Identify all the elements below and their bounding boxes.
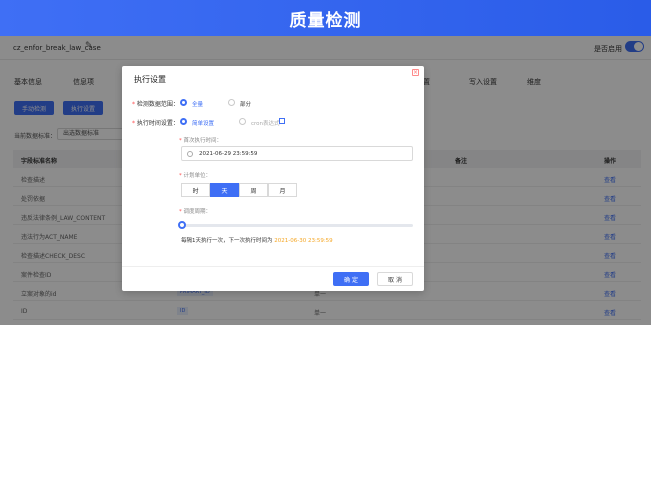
unit-label: * 计划单位： <box>179 173 212 179</box>
period-slider-handle[interactable] <box>178 221 186 229</box>
exec-settings-modal: 执行设置 × * 检测数据范围： 全量 部分 * 执行时间设置： 简单设置 cr… <box>122 66 424 291</box>
scope-label: * 检测数据范围： <box>132 101 179 108</box>
scope-partial-radio[interactable] <box>228 99 235 106</box>
scope-partial-label: 部分 <box>240 102 252 108</box>
unit-day[interactable]: 天 <box>210 183 239 197</box>
clock-icon <box>187 151 193 157</box>
first-exec-value: 2021-06-29 23:59:59 <box>199 151 258 157</box>
close-icon[interactable]: × <box>412 69 419 76</box>
unit-month[interactable]: 月 <box>268 183 297 197</box>
banner-title: 质量检测 <box>289 10 362 31</box>
scope-full-radio[interactable] <box>180 99 187 106</box>
unit-hour[interactable]: 时 <box>181 183 210 197</box>
exec-summary: 每隔1天执行一次，下一次执行时间为 2021-06-30 23:59:59 <box>181 238 333 244</box>
cron-label: cron表达式 <box>251 121 280 127</box>
scope-full-label: 全量 <box>192 102 204 108</box>
time-label: * 执行时间设置： <box>132 120 179 127</box>
unit-week[interactable]: 周 <box>239 183 268 197</box>
confirm-button[interactable]: 确 定 <box>333 272 369 286</box>
period-slider[interactable] <box>181 224 413 227</box>
next-exec-time: 2021-06-30 23:59:59 <box>274 238 333 244</box>
period-label: * 调度周期： <box>179 209 212 215</box>
cron-radio[interactable] <box>239 118 246 125</box>
modal-divider <box>122 266 424 267</box>
modal-title: 执行设置 <box>134 75 166 84</box>
cron-help-icon[interactable] <box>279 118 285 124</box>
first-exec-label: * 首次执行时间： <box>179 138 223 144</box>
first-exec-input[interactable]: 2021-06-29 23:59:59 <box>181 146 413 161</box>
page-banner: 质量检测 <box>0 0 651 36</box>
cancel-button[interactable]: 取 消 <box>377 272 413 286</box>
simple-setting-label: 简单设置 <box>192 121 215 127</box>
simple-setting-radio[interactable] <box>180 118 187 125</box>
